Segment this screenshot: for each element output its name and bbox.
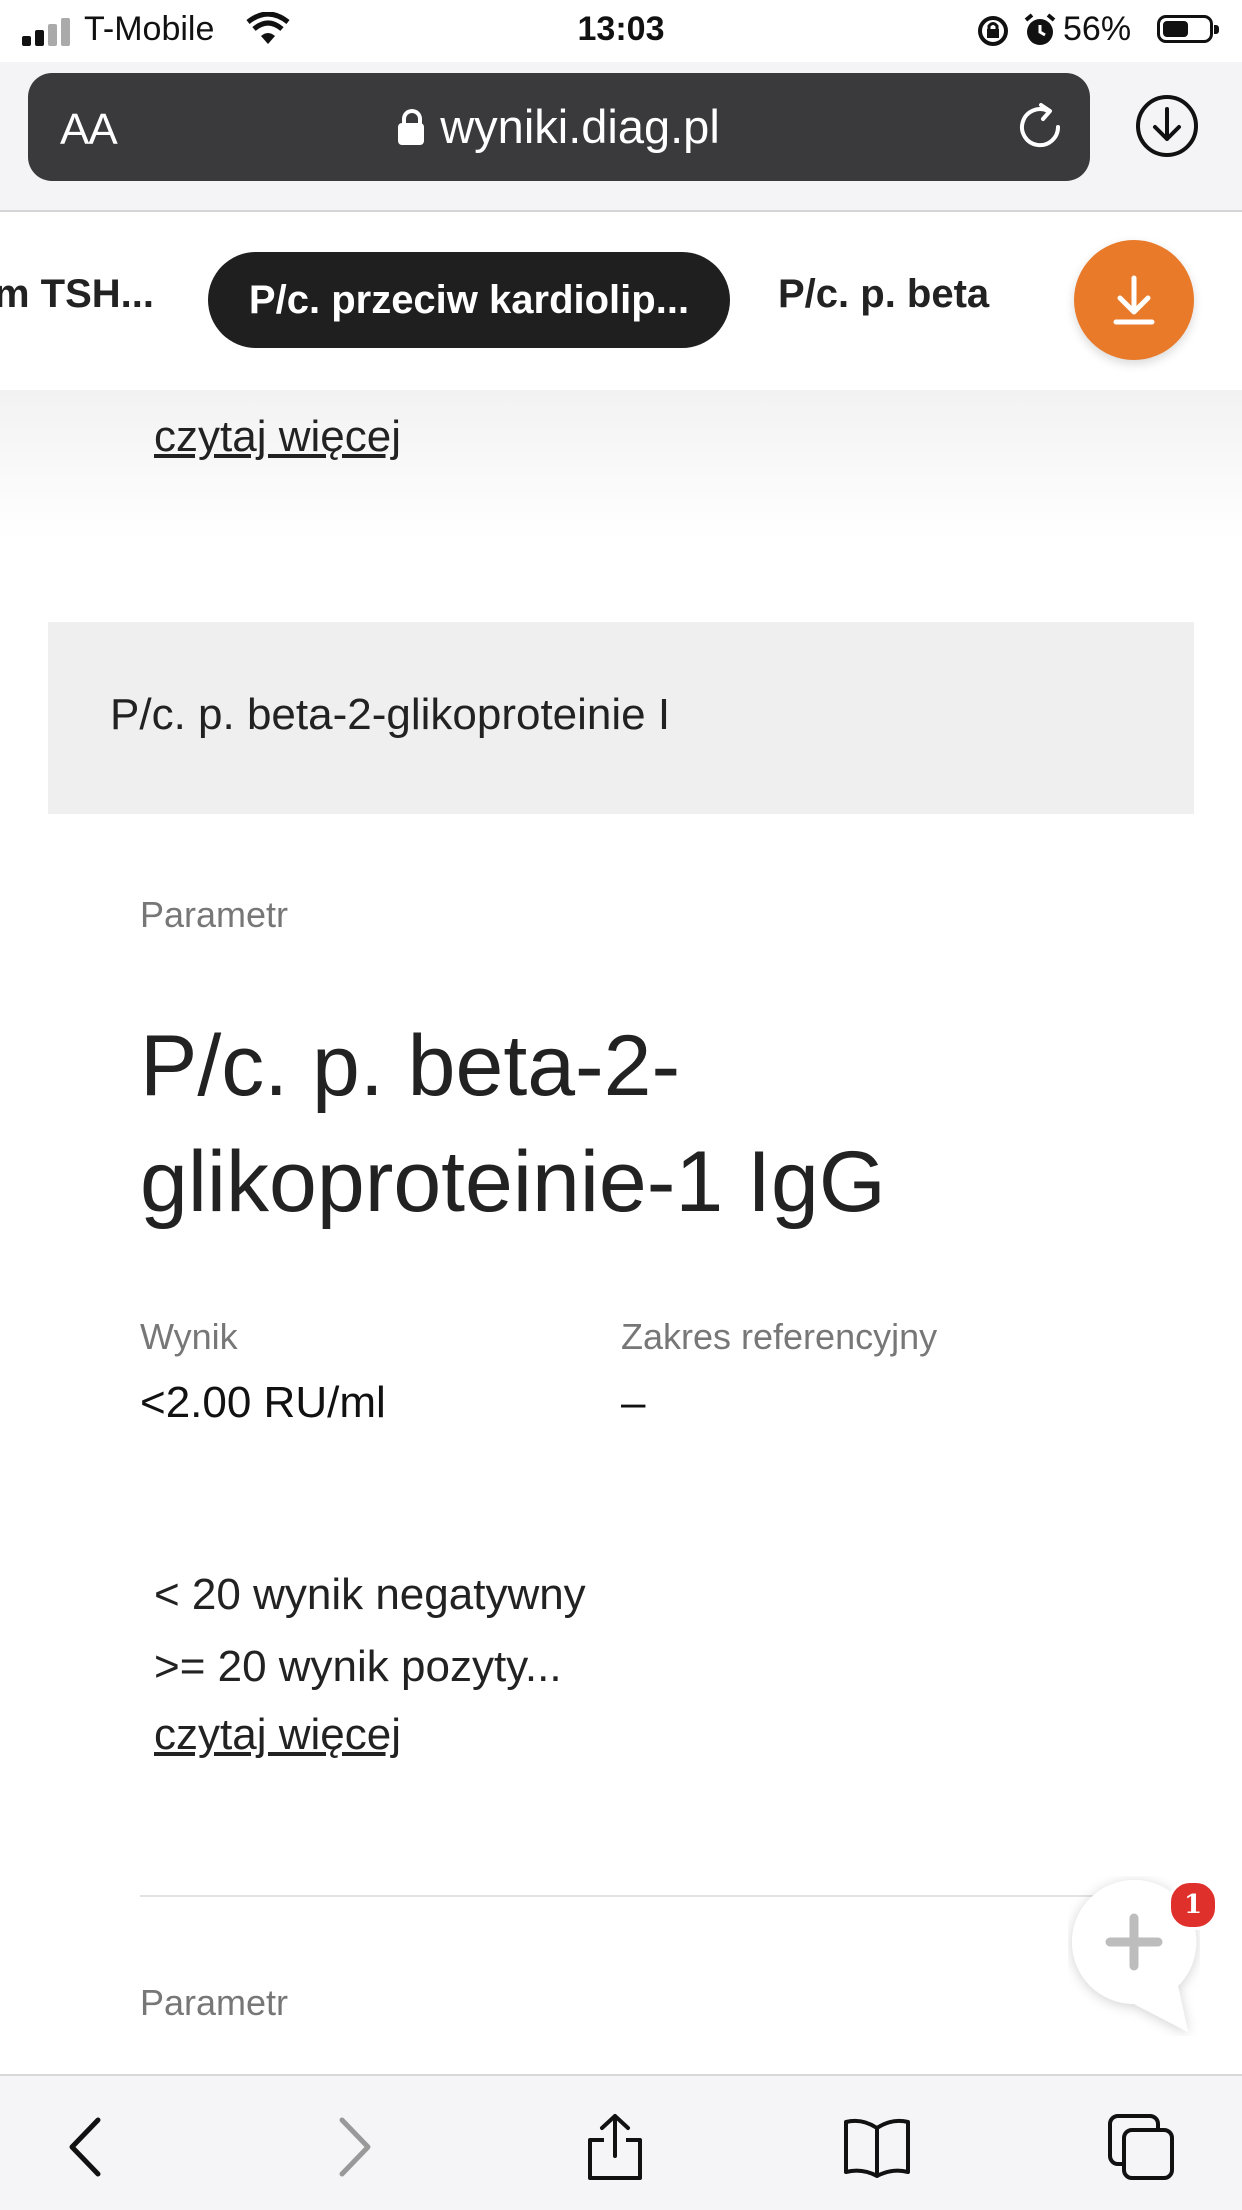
url-display[interactable]: wyniki.diag.pl xyxy=(28,99,1090,154)
read-more-link[interactable]: czytaj więcej xyxy=(154,412,401,462)
note-line: >= 20 wynik pozyty... xyxy=(154,1642,562,1691)
tab-previous[interactable]: m TSH... xyxy=(0,272,154,317)
download-circle-icon[interactable] xyxy=(1134,93,1200,159)
tabs-icon[interactable] xyxy=(1106,2112,1176,2182)
browser-bottom-toolbar xyxy=(0,2074,1242,2210)
address-bar[interactable]: AA wyniki.diag.pl xyxy=(28,73,1090,181)
battery-icon xyxy=(1157,15,1219,43)
parameter-title: P/c. p. beta-2-glikoproteinie-1 IgG xyxy=(140,1018,886,1230)
parameter-label: Parametr xyxy=(140,894,289,935)
parameter-label: Parametr xyxy=(140,1982,289,2023)
url-text: wyniki.diag.pl xyxy=(440,100,720,153)
notification-badge: 1 xyxy=(1168,1880,1218,1930)
forward-icon[interactable] xyxy=(318,2112,388,2182)
download-icon xyxy=(1113,275,1155,325)
lock-rotation-icon xyxy=(978,16,1008,46)
note-line: < 20 wynik negatywny xyxy=(154,1570,586,1619)
status-bar: T-Mobile 13:03 56% xyxy=(0,0,1242,62)
read-more-link[interactable]: czytaj więcej xyxy=(154,1710,401,1760)
battery-level-fill xyxy=(1163,21,1188,37)
result-label: Wynik xyxy=(140,1316,238,1357)
alarm-icon xyxy=(1024,13,1056,45)
reload-icon[interactable] xyxy=(1014,101,1066,153)
test-tabs: m TSH... P/c. przeciw kardiolip... P/c. … xyxy=(0,212,1242,390)
browser-top-bar: AA wyniki.diag.pl xyxy=(0,62,1242,212)
section-title: P/c. p. beta-2-glikoproteinie I xyxy=(110,690,671,739)
share-icon[interactable] xyxy=(580,2112,650,2182)
battery-percent: 56% xyxy=(1063,10,1132,48)
bookmarks-icon[interactable] xyxy=(842,2112,912,2182)
tab-active[interactable]: P/c. przeciw kardiolip... xyxy=(208,252,730,348)
section-header: P/c. p. beta-2-glikoproteinie I xyxy=(48,622,1194,814)
divider xyxy=(140,1895,1140,1897)
back-icon[interactable] xyxy=(52,2112,122,2182)
tab-next[interactable]: P/c. p. beta xyxy=(778,272,989,317)
result-value: <2.00 RU/ml xyxy=(140,1378,386,1427)
download-button[interactable] xyxy=(1074,240,1194,360)
reference-range-value: – xyxy=(621,1378,646,1427)
reference-range-label: Zakres referencyjny xyxy=(621,1316,938,1357)
lock-icon xyxy=(398,109,425,145)
